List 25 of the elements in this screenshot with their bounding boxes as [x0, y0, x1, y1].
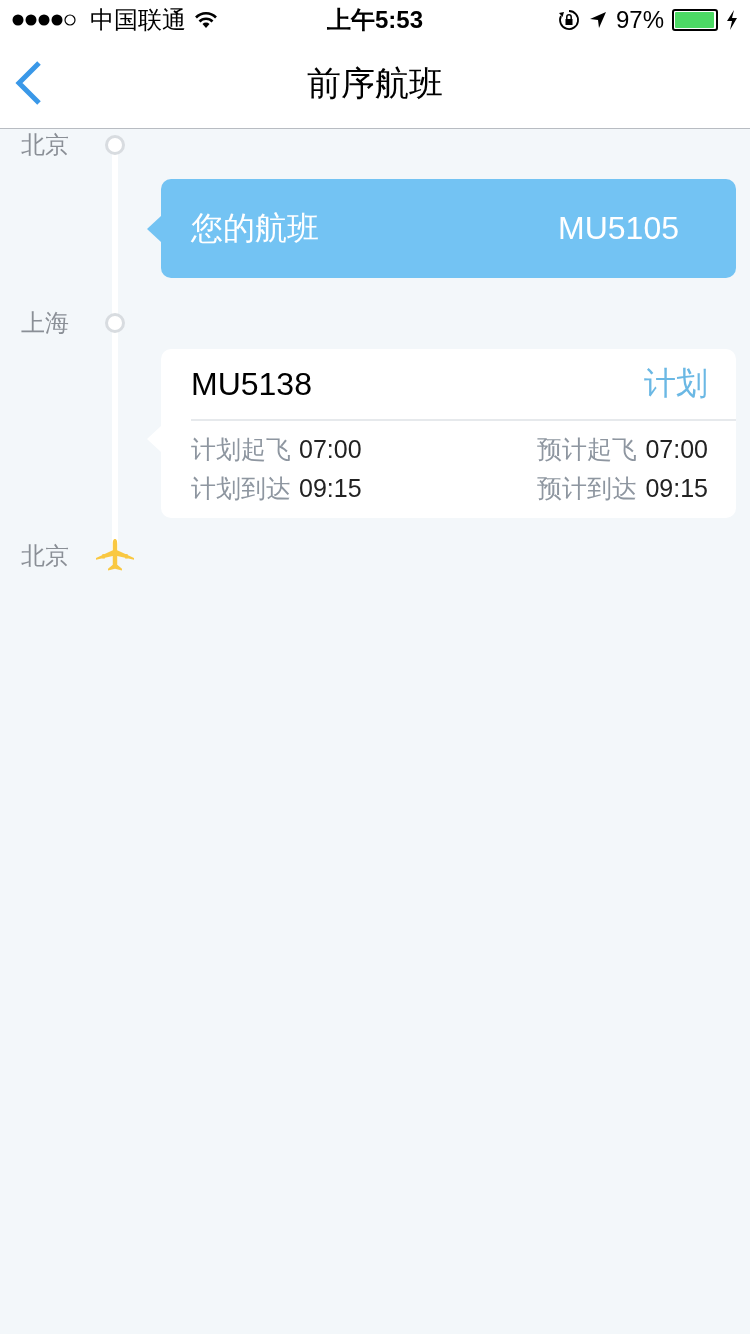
battery-icon — [672, 9, 718, 31]
time-value: 07:00 — [645, 435, 708, 464]
time-label: 预计到达 — [537, 473, 638, 504]
time-label: 计划起飞 — [191, 434, 291, 465]
timeline-dot — [105, 135, 125, 155]
city-name: 北京 — [20, 130, 70, 160]
page-title: 前序航班 — [307, 63, 443, 104]
carrier-name: 中国联通 — [90, 5, 186, 35]
flight-status: 计划 — [644, 364, 708, 403]
rotation-lock-icon — [557, 9, 580, 31]
wifi-icon — [194, 11, 218, 29]
time-value: 09:15 — [645, 474, 708, 503]
time-value: 09:15 — [299, 474, 362, 503]
city-name: 上海 — [20, 308, 70, 338]
status-time: 上午5:53 — [327, 5, 423, 35]
time-value: 07:00 — [299, 435, 362, 464]
time-label: 计划到达 — [191, 473, 291, 504]
flight-number: MU5105 — [558, 210, 679, 247]
time-label: 预计起飞 — [537, 434, 638, 465]
back-icon[interactable] — [14, 60, 44, 106]
bubble-label: 您的航班 — [191, 208, 319, 248]
timeline-dot — [105, 313, 125, 333]
battery-percent: 97% — [615, 6, 664, 34]
flight-number: MU5138 — [191, 365, 312, 403]
city-name: 北京 — [20, 541, 70, 571]
